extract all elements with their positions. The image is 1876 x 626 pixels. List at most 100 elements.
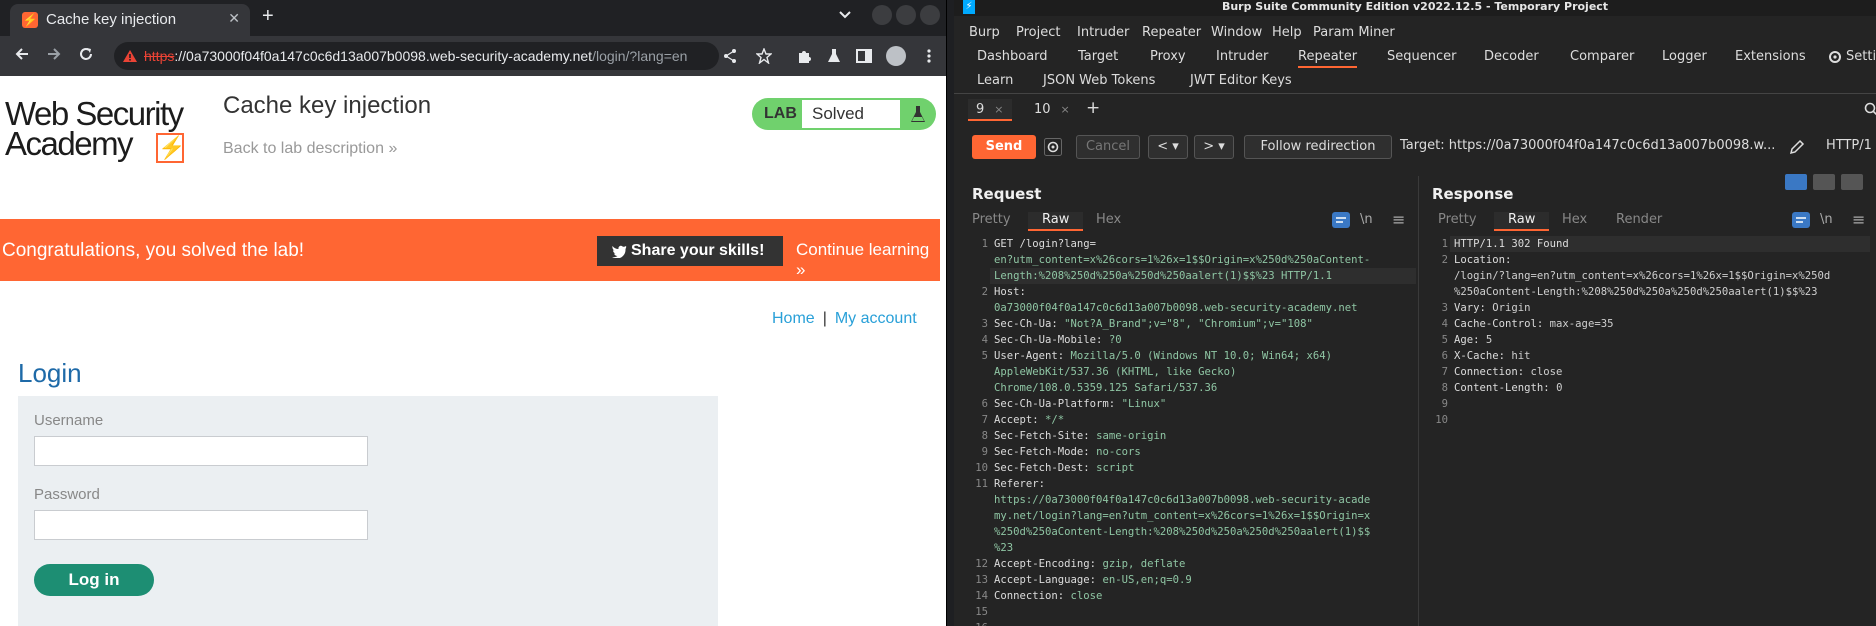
home-link[interactable]: Home — [772, 310, 815, 327]
log-in-button[interactable]: Log in — [34, 564, 154, 596]
tab-extensions[interactable]: Extensions — [1735, 49, 1806, 64]
tab-close-icon[interactable]: ✕ — [228, 10, 240, 27]
follow-redirection-button[interactable]: Follow redirection — [1244, 135, 1392, 159]
tab-sequencer[interactable]: Sequencer — [1387, 49, 1456, 64]
password-input[interactable] — [34, 510, 368, 540]
request-menu-icon[interactable]: ≡ — [1392, 210, 1405, 229]
response-hex-tab[interactable]: Hex — [1562, 212, 1587, 227]
tab-json-web-tokens[interactable]: JSON Web Tokens — [1043, 73, 1155, 88]
tab-dashboard[interactable]: Dashboard — [977, 49, 1048, 64]
request-hex-tab[interactable]: Hex — [1096, 212, 1121, 227]
response-pretty-tab[interactable]: Pretty — [1438, 212, 1477, 227]
settings-gear-icon[interactable] — [1828, 50, 1842, 64]
request-pretty-tab[interactable]: Pretty — [972, 212, 1011, 227]
request-settings-gear-icon[interactable] — [1044, 138, 1062, 156]
header-name: Sec-Fetch-Site: — [994, 430, 1097, 442]
close-window-button[interactable] — [920, 5, 940, 25]
add-repeater-tab-button[interactable]: + — [1086, 98, 1100, 118]
maximize-button[interactable] — [896, 5, 916, 25]
cancel-button[interactable]: Cancel — [1076, 135, 1140, 159]
header-name: Age: — [1454, 334, 1486, 346]
nav-separator: | — [822, 310, 827, 327]
kebab-menu-icon[interactable] — [926, 48, 932, 64]
menu-help[interactable]: Help — [1272, 25, 1302, 40]
tab-comparer[interactable]: Comparer — [1570, 49, 1634, 64]
top-bottom-layout-icon[interactable] — [1813, 174, 1835, 190]
my-account-link[interactable]: My account — [835, 310, 917, 327]
tab-search-chevron-icon[interactable] — [838, 10, 852, 20]
browser-window: ⚡ Cache key injection ✕ + https://0a7300… — [0, 0, 947, 626]
request-raw-tab[interactable]: Raw — [1028, 212, 1084, 231]
send-button[interactable]: Send — [972, 135, 1036, 159]
target-url[interactable]: Target: https://0a73000f04f0a147c0c6d13a… — [1400, 138, 1775, 153]
continue-learning-link[interactable]: Continue learning » — [796, 240, 940, 280]
tab-proxy[interactable]: Proxy — [1150, 49, 1186, 64]
url-bar[interactable]: https://0a73000f04f0a147c0c6d13a007b0098… — [114, 42, 719, 70]
browser-tab[interactable]: ⚡ Cache key injection ✕ — [10, 4, 250, 36]
code-line: Sec-Ch-Ua-Mobile: ?0 — [994, 332, 1122, 348]
message-actions-icon[interactable] — [1792, 212, 1810, 228]
tab-logger[interactable]: Logger — [1662, 49, 1707, 64]
line-number: 15 — [975, 606, 988, 618]
tabs-layout-icon[interactable] — [1841, 174, 1863, 190]
request-editor[interactable]: 1 GET /login?lang= en?utm_content=x%26cors… — [970, 236, 1416, 626]
header-value: Origin — [1492, 302, 1531, 314]
show-newlines-toggle[interactable]: \n — [1360, 212, 1373, 227]
bookmark-star-icon[interactable] — [756, 48, 772, 64]
tab-target[interactable]: Target — [1078, 49, 1118, 64]
http-version-label[interactable]: HTTP/1 — [1826, 138, 1872, 153]
username-input[interactable] — [34, 436, 368, 466]
extensions-puzzle-icon[interactable] — [796, 48, 812, 64]
tab-learn[interactable]: Learn — [977, 73, 1013, 88]
menu-intruder[interactable]: Intruder — [1077, 25, 1129, 40]
url-host: ://0a73000f04f0a147c0c6d13a007b0098.web-… — [174, 48, 593, 64]
line-number: 14 — [975, 590, 988, 602]
minimize-button[interactable] — [872, 5, 892, 25]
tab-repeater[interactable]: Repeater — [1298, 49, 1358, 68]
search-icon[interactable] — [1864, 102, 1876, 116]
tab-settings[interactable]: Setti — [1846, 49, 1876, 64]
forward-arrow-icon[interactable] — [46, 46, 62, 62]
new-tab-button[interactable]: + — [262, 6, 274, 26]
pane-divider[interactable] — [1418, 176, 1419, 626]
history-forward-button[interactable]: > ▾ — [1194, 135, 1234, 159]
profile-avatar[interactable] — [886, 46, 906, 66]
menu-param-miner[interactable]: Param Miner — [1313, 25, 1395, 40]
continue-learning-label: Continue learning — [796, 240, 930, 259]
repeater-tab-9-label: 9 — [976, 102, 985, 117]
labs-flask-icon[interactable] — [826, 48, 842, 64]
url-scheme: https — [144, 48, 175, 64]
side-panel-icon[interactable] — [856, 48, 872, 64]
line-number: 12 — [975, 558, 988, 570]
message-actions-icon[interactable] — [1332, 212, 1350, 228]
back-to-lab-description-link[interactable]: Back to lab description » — [223, 140, 397, 158]
side-by-side-layout-icon[interactable] — [1785, 174, 1807, 190]
logo-bolt-icon: ⚡ — [156, 133, 185, 163]
repeater-tab-10[interactable]: 10 × — [1026, 99, 1078, 121]
tab-intruder[interactable]: Intruder — [1216, 49, 1268, 64]
tab-decoder[interactable]: Decoder — [1484, 49, 1539, 64]
menu-window[interactable]: Window — [1211, 25, 1262, 40]
share-skills-button[interactable]: Share your skills! — [597, 236, 783, 266]
menu-project[interactable]: Project — [1016, 25, 1060, 40]
close-tab-icon[interactable]: × — [994, 103, 1003, 116]
edit-target-pencil-icon[interactable] — [1788, 138, 1806, 156]
response-render-tab[interactable]: Render — [1616, 212, 1662, 227]
menu-repeater[interactable]: Repeater — [1142, 25, 1201, 40]
tab-jwt-editor-keys[interactable]: JWT Editor Keys — [1190, 73, 1292, 88]
not-secure-warning-icon[interactable] — [122, 49, 138, 63]
response-menu-icon[interactable]: ≡ — [1852, 210, 1865, 229]
history-back-button[interactable]: < ▾ — [1148, 135, 1188, 159]
lab-title: Cache key injection — [223, 92, 432, 119]
show-newlines-toggle[interactable]: \n — [1820, 212, 1833, 227]
repeater-toolbar: Send Cancel < ▾ > ▾ Follow redirection T… — [954, 134, 1876, 160]
close-tab-icon[interactable]: × — [1061, 103, 1070, 116]
code-line: Sec-Fetch-Site: same-origin — [994, 428, 1166, 444]
menu-burp[interactable]: Burp — [969, 25, 1000, 40]
back-arrow-icon[interactable] — [14, 46, 30, 62]
response-raw-tab[interactable]: Raw — [1494, 212, 1550, 231]
reload-icon[interactable] — [78, 46, 94, 62]
repeater-tab-9[interactable]: 9 × — [968, 99, 1012, 121]
response-editor[interactable]: 1 HTTP/1.1 302 Found 2 Location: /login/?lan… — [1430, 236, 1870, 626]
share-icon[interactable] — [722, 48, 738, 64]
